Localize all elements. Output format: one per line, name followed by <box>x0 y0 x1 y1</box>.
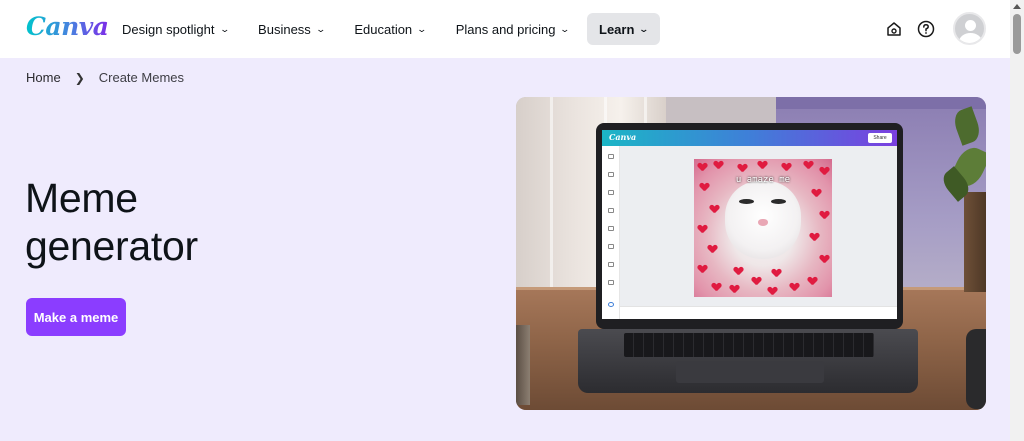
tool-icon <box>608 190 614 195</box>
plant-pot <box>964 192 986 292</box>
canva-logo[interactable]: Canva <box>26 12 109 41</box>
tool-icon <box>608 302 614 307</box>
heart-icon <box>810 233 819 241</box>
nav-label: Education <box>354 21 413 37</box>
nav-plans-and-pricing[interactable]: Plans and pricing ⌄ <box>444 13 581 45</box>
main-nav: Design spotlight ⌄ Business ⌄ Education … <box>110 13 666 45</box>
breadcrumb: Home ❯ Create Memes <box>26 70 184 85</box>
chevron-down-icon: ⌄ <box>416 23 428 34</box>
laptop-display: Canva Share u amaze me <box>602 130 897 319</box>
curtain-fold <box>550 97 553 297</box>
heart-icon <box>710 205 719 213</box>
laptop-trackpad <box>676 361 824 383</box>
make-a-meme-button[interactable]: Make a meme <box>26 298 126 336</box>
speaker <box>966 329 986 409</box>
heart-icon <box>698 225 707 233</box>
heart-icon <box>738 164 747 172</box>
cat-eye <box>739 199 754 204</box>
heart-icon <box>758 161 767 169</box>
heart-icon <box>808 277 817 285</box>
meme-caption: u amaze me <box>735 175 791 185</box>
heart-icon <box>820 167 829 175</box>
title-line-1: Meme <box>25 175 138 221</box>
tool-icon <box>608 154 614 159</box>
chevron-right-icon: ❯ <box>74 70 85 85</box>
help-icon[interactable] <box>915 18 937 40</box>
avatar-body <box>959 33 982 43</box>
nav-education[interactable]: Education ⌄ <box>342 13 437 45</box>
editor-toolbar: Canva Share <box>602 130 897 146</box>
heart-icon <box>698 265 707 273</box>
heart-icon <box>812 189 821 197</box>
cup <box>516 325 530 405</box>
heart-icon <box>708 245 717 253</box>
tool-icon <box>608 172 614 177</box>
nav-label: Business <box>258 21 311 37</box>
tool-icon <box>608 262 614 267</box>
editor-share-button: Share <box>868 133 892 143</box>
scrollbar-thumb[interactable] <box>1013 14 1021 54</box>
nav-label: Learn <box>599 21 635 37</box>
cat-eye <box>771 199 786 204</box>
top-nav-bar: Canva Design spotlight ⌄ Business ⌄ Educ… <box>0 0 1010 58</box>
heart-icon <box>820 255 829 263</box>
title-line-2: generator <box>25 223 198 269</box>
heart-icon <box>734 267 743 275</box>
header-actions <box>883 12 986 45</box>
heart-icon <box>712 283 721 291</box>
user-avatar-icon[interactable] <box>953 12 986 45</box>
tool-icon <box>608 208 614 213</box>
page-title: Meme generator <box>25 174 198 270</box>
shelf <box>776 97 986 109</box>
heart-icon <box>782 163 791 171</box>
heart-icon <box>700 183 709 191</box>
editor-logo: Canva <box>609 132 637 142</box>
heart-icon <box>752 277 761 285</box>
nav-learn[interactable]: Learn ⌄ <box>587 13 660 45</box>
nav-business[interactable]: Business ⌄ <box>246 13 336 45</box>
page-scrollbar[interactable] <box>1010 0 1024 441</box>
hero-image: Canva Share u amaze me <box>516 97 986 410</box>
laptop-keyboard <box>624 333 874 357</box>
cat-nose <box>758 219 768 226</box>
chevron-down-icon: ⌄ <box>315 23 326 34</box>
chevron-down-icon: ⌄ <box>559 23 571 34</box>
editor-side-tools <box>602 146 620 319</box>
heart-icon <box>790 283 799 291</box>
chevron-down-icon: ⌄ <box>638 23 650 34</box>
heart-icon <box>820 211 829 219</box>
editor-footer <box>620 306 897 319</box>
home-icon[interactable] <box>883 18 905 40</box>
breadcrumb-current: Create Memes <box>98 70 184 85</box>
heart-icon <box>698 163 707 171</box>
tool-icon <box>608 280 614 285</box>
nav-design-spotlight[interactable]: Design spotlight ⌄ <box>110 13 240 45</box>
tool-icon <box>608 244 614 249</box>
meme-image: u amaze me <box>694 159 832 297</box>
breadcrumb-home-link[interactable]: Home <box>26 70 61 85</box>
nav-label: Plans and pricing <box>455 21 556 37</box>
heart-icon <box>714 161 723 169</box>
heart-icon <box>804 161 813 169</box>
laptop-screen: Canva Share u amaze me <box>596 123 903 329</box>
heart-icon <box>772 269 781 277</box>
nav-label: Design spotlight <box>122 21 215 37</box>
scroll-up-arrow-icon[interactable] <box>1013 4 1021 9</box>
avatar-head <box>965 20 976 31</box>
chevron-down-icon: ⌄ <box>218 23 230 34</box>
heart-icon <box>730 285 739 293</box>
hero-section: Home ❯ Create Memes Meme generator Make … <box>0 58 1010 441</box>
heart-icon <box>768 287 777 295</box>
tool-icon <box>608 226 614 231</box>
